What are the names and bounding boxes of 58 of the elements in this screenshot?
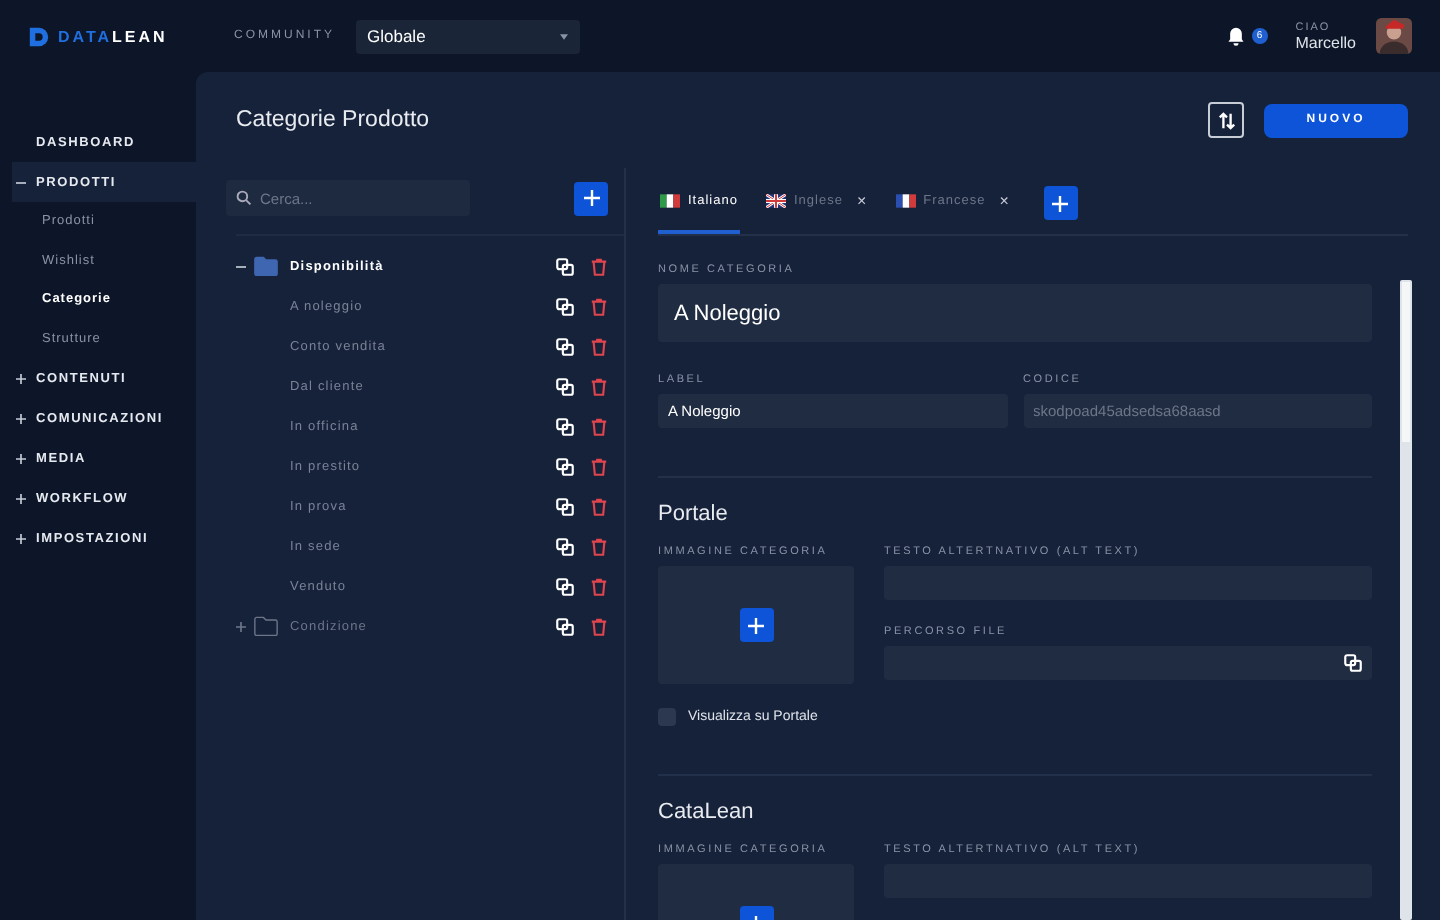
trash-icon[interactable] [590, 257, 608, 275]
caret-icon [559, 33, 567, 39]
plus-icon [748, 617, 764, 633]
minus-icon [16, 177, 26, 187]
close-icon[interactable]: × [856, 192, 868, 210]
plus-icon [16, 413, 26, 423]
copy-icon[interactable] [1344, 654, 1362, 672]
search-icon [236, 190, 252, 206]
plus-icon [16, 453, 26, 463]
logo-text: DATA LEAN [58, 27, 168, 45]
collapse-icon[interactable] [236, 261, 246, 271]
copy-icon[interactable] [556, 577, 574, 595]
trash-icon[interactable] [590, 417, 608, 435]
close-icon[interactable]: × [999, 192, 1010, 210]
plus-icon [16, 533, 26, 543]
add-image-button[interactable] [739, 608, 773, 642]
sort-icon [1217, 111, 1235, 129]
trash-icon[interactable] [590, 377, 608, 395]
copy-icon[interactable] [556, 257, 574, 275]
folder-icon [254, 256, 278, 276]
expand-icon[interactable] [236, 621, 246, 631]
copy-icon[interactable] [556, 297, 574, 315]
file-path-field[interactable] [884, 646, 1372, 680]
folder-icon [254, 616, 278, 636]
trash-icon[interactable] [590, 617, 608, 635]
copy-icon[interactable] [556, 377, 574, 395]
trash-icon[interactable] [590, 497, 608, 515]
trash-icon[interactable] [590, 457, 608, 475]
copy-icon[interactable] [556, 417, 574, 435]
section-title: Portale [658, 502, 730, 526]
community-select[interactable]: Globale [355, 19, 579, 53]
page-title: Categorie Prodotto [236, 108, 432, 132]
scrollbar[interactable] [1400, 280, 1412, 920]
user-name: Marcello [1295, 33, 1356, 51]
copy-icon[interactable] [556, 337, 574, 355]
flag-icon [765, 194, 786, 208]
flag-icon [660, 194, 680, 208]
avatar[interactable] [1376, 18, 1412, 54]
copy-icon[interactable] [556, 457, 574, 475]
plus-icon [1052, 195, 1069, 211]
logo-icon [28, 25, 50, 47]
add-button[interactable] [574, 181, 608, 215]
name-field[interactable]: A Noleggio [658, 284, 1372, 342]
plus-icon [583, 190, 599, 206]
plus-icon [16, 373, 26, 383]
bell-icon[interactable] [1225, 26, 1246, 46]
trash-icon[interactable] [590, 537, 608, 555]
copy-icon[interactable] [556, 497, 574, 515]
copy-icon[interactable] [556, 617, 574, 635]
copy-icon[interactable] [556, 537, 574, 555]
add-language-button[interactable] [1043, 186, 1078, 220]
trash-icon[interactable] [590, 337, 608, 355]
section-title: CataLean [658, 800, 756, 824]
sort-button[interactable] [1208, 102, 1244, 138]
trash-icon[interactable] [590, 297, 608, 315]
plus-icon [16, 493, 26, 503]
flag-icon [895, 194, 916, 208]
trash-icon[interactable] [590, 577, 608, 595]
